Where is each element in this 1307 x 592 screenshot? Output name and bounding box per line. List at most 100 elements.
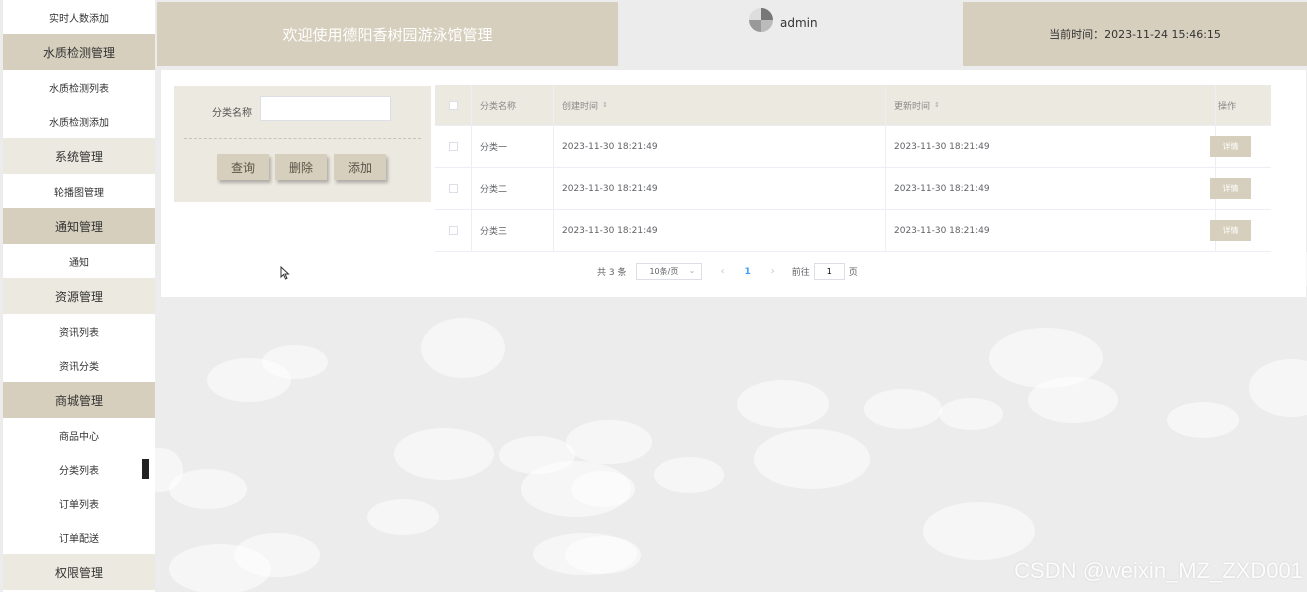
sidebar-item-label: 系统管理 — [54, 149, 103, 164]
cell-updated-text: 2023-11-30 18:21:49 — [894, 183, 990, 194]
filter-panel: 分类名称 查询 删除 添加 — [174, 86, 431, 202]
row-checkbox-cell — [435, 126, 472, 167]
avatar[interactable] — [749, 8, 773, 32]
row-checkbox[interactable] — [448, 184, 458, 193]
user-area[interactable]: admin — [618, 2, 963, 66]
cell-updated-text: 2023-11-30 18:21:49 — [894, 225, 990, 236]
sidebar-item[interactable]: 资讯分类 — [3, 348, 155, 382]
detail-button[interactable]: 详情 — [1210, 178, 1251, 199]
sidebar-item-label: 订单列表 — [59, 499, 99, 511]
sidebar-item[interactable]: 资源管理 — [3, 278, 155, 314]
col-name: 分类名称 — [472, 85, 554, 125]
filter-name-label: 分类名称 — [212, 108, 252, 119]
row-checkbox[interactable] — [448, 226, 458, 235]
sidebar-item-label: 轮播图管理 — [54, 187, 104, 199]
sidebar-item-label: 权限管理 — [54, 565, 103, 580]
cell-updated: 2023-11-30 18:21:49 — [886, 126, 1216, 167]
sidebar-item[interactable]: 订单列表 — [3, 486, 155, 520]
cell-name: 分类三 — [472, 210, 554, 251]
table-row: 分类二 2023-11-30 18:21:49 2023-11-30 18:21:4… — [435, 168, 1271, 210]
sidebar-item-label: 资讯列表 — [59, 327, 99, 339]
row-checkbox[interactable] — [448, 142, 458, 151]
sidebar-item[interactable]: 商城管理 — [3, 382, 155, 418]
sidebar-item-label: 资讯分类 — [59, 361, 99, 373]
sidebar-item-label: 通知 — [69, 257, 89, 269]
sidebar-item-label: 订单配送 — [59, 533, 99, 545]
cell-name-text: 分类三 — [480, 227, 508, 237]
sidebar-item-label: 实时人数添加 — [49, 13, 109, 25]
goto-page-input[interactable] — [813, 263, 845, 280]
sidebar-item-label: 商品中心 — [59, 431, 99, 443]
col-name-label: 分类名称 — [480, 101, 517, 112]
sidebar-item[interactable]: 轮播图管理 — [3, 174, 155, 208]
detail-button[interactable]: 详情 — [1210, 220, 1251, 241]
select-all-checkbox[interactable] — [448, 100, 458, 110]
username[interactable]: admin — [780, 16, 818, 30]
active-indicator — [142, 459, 149, 479]
page-unit: 页 — [848, 268, 858, 278]
main-content: 分类名称 查询 删除 添加 分类名称 创建时间 ⇕ 更新时间 ⇕ 操作 分类一 202… — [161, 70, 1306, 297]
cell-created-text: 2023-11-30 18:21:49 — [562, 141, 658, 152]
cell-name: 分类一 — [472, 126, 554, 167]
query-button[interactable]: 查询 — [217, 154, 269, 180]
pagination-total: 共 3 条 — [597, 268, 627, 278]
cell-action: 详情 — [1210, 126, 1271, 167]
page-size-select[interactable]: 10条/页 ⌄ — [636, 263, 703, 280]
page-number-current[interactable]: 1 — [744, 267, 750, 277]
sidebar-item[interactable]: 通知 — [3, 244, 155, 278]
sidebar-item[interactable]: 分类列表 — [3, 452, 155, 486]
cell-created: 2023-11-30 18:21:49 — [554, 210, 886, 251]
add-button[interactable]: 添加 — [334, 154, 386, 180]
col-created-label: 创建时间 — [562, 101, 599, 112]
current-time: 当前时间：2023-11-24 15:46:15 — [963, 2, 1307, 66]
current-time-text: 当前时间：2023-11-24 15:46:15 — [1049, 28, 1221, 41]
sidebar-item-label: 水质检测添加 — [49, 117, 109, 129]
row-checkbox-cell — [435, 210, 472, 251]
col-action: 操作 — [1216, 85, 1271, 125]
cell-created-text: 2023-11-30 18:21:49 — [562, 183, 658, 194]
cell-created: 2023-11-30 18:21:49 — [554, 168, 886, 209]
cell-action: 详情 — [1210, 210, 1271, 251]
table-header: 分类名称 创建时间 ⇕ 更新时间 ⇕ 操作 — [435, 85, 1271, 126]
col-created[interactable]: 创建时间 ⇕ — [554, 85, 886, 125]
col-updated[interactable]: 更新时间 ⇕ — [886, 85, 1216, 125]
sidebar-item[interactable]: 系统管理 — [3, 138, 155, 174]
sidebar-item[interactable]: 水质检测列表 — [3, 70, 155, 104]
sidebar-item[interactable]: 实时人数添加 — [3, 0, 155, 34]
sidebar-item[interactable]: 通知管理 — [3, 208, 155, 244]
sidebar-item[interactable]: 水质检测管理 — [3, 34, 155, 70]
detail-button[interactable]: 详情 — [1210, 136, 1251, 157]
sidebar-item[interactable]: 订单配送 — [3, 520, 155, 554]
chevron-down-icon: ⌄ — [688, 266, 696, 275]
cell-updated: 2023-11-30 18:21:49 — [886, 210, 1216, 251]
pagination: 共 3 条 10条/页 ⌄ ‹ 1 › 前往 页 — [597, 263, 858, 280]
table-row: 分类三 2023-11-30 18:21:49 2023-11-30 18:21:4… — [435, 210, 1271, 252]
cell-action: 详情 — [1210, 168, 1271, 209]
sidebar-item[interactable]: 商品中心 — [3, 418, 155, 452]
table-body: 分类一 2023-11-30 18:21:49 2023-11-30 18:21:4… — [435, 126, 1271, 252]
category-name-input[interactable] — [260, 96, 391, 121]
sidebar-item[interactable]: 权限管理 — [3, 554, 155, 590]
category-table: 分类名称 创建时间 ⇕ 更新时间 ⇕ 操作 分类一 2023-11-30 18:21:… — [435, 85, 1271, 252]
sidebar-menu: 实时人数添加水质检测管理水质检测列表 水质检测添加 系统管理轮播图管理通知管理通知资… — [3, 0, 155, 592]
sidebar-item-label: 资源管理 — [54, 289, 103, 304]
sort-icon[interactable]: ⇕ — [602, 101, 608, 109]
col-action-label: 操作 — [1218, 101, 1237, 112]
delete-button[interactable]: 删除 — [275, 154, 327, 180]
cell-updated-text: 2023-11-30 18:21:49 — [894, 141, 990, 152]
sidebar-item-label: 商城管理 — [54, 393, 103, 408]
sidebar-item-label: 分类列表 — [59, 465, 99, 477]
cell-name: 分类二 — [472, 168, 554, 209]
sidebar-item[interactable]: 水质检测添加 — [3, 104, 155, 138]
cell-created-text: 2023-11-30 18:21:49 — [562, 225, 658, 236]
sidebar-item[interactable]: 资讯列表 — [3, 314, 155, 348]
page-title: 欢迎使用德阳香树园游泳馆管理 — [282, 25, 493, 44]
goto-label: 前往 — [791, 268, 810, 278]
col-updated-label: 更新时间 — [894, 101, 931, 112]
prev-page-icon[interactable]: ‹ — [720, 266, 724, 277]
sort-icon[interactable]: ⇕ — [934, 101, 940, 109]
next-page-icon[interactable]: › — [771, 266, 775, 277]
page-size-value: 10条/页 — [649, 267, 679, 276]
sidebar-item-label: 水质检测列表 — [49, 83, 109, 95]
sidebar-item-label: 通知管理 — [54, 219, 103, 234]
